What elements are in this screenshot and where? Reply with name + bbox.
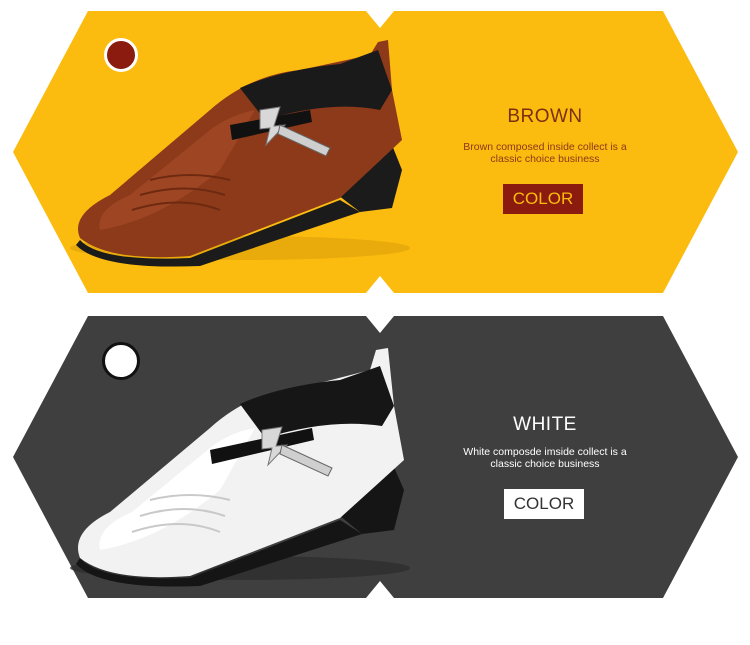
white-description-line2: classic choice business <box>490 458 600 470</box>
brown-color-button[interactable]: COLOR <box>503 184 583 214</box>
brown-description-line2: classic choice business <box>490 153 600 165</box>
brown-shoe-image <box>70 40 410 267</box>
brown-title: BROWN <box>507 106 583 127</box>
white-product-panel: WHITE White composde imside collect is a… <box>0 305 750 605</box>
white-description-line1: White composde imside collect is a <box>463 446 627 458</box>
brown-description: Brown composed inside collect is a class… <box>440 141 650 165</box>
white-color-button[interactable]: COLOR <box>504 489 584 519</box>
brown-description-line1: Brown composed inside collect is a <box>463 141 627 153</box>
white-description: White composde imside collect is a class… <box>440 446 650 470</box>
white-shoe-image <box>70 348 410 587</box>
brown-product-panel: BROWN Brown composed inside collect is a… <box>0 0 750 300</box>
white-title: WHITE <box>513 414 577 435</box>
